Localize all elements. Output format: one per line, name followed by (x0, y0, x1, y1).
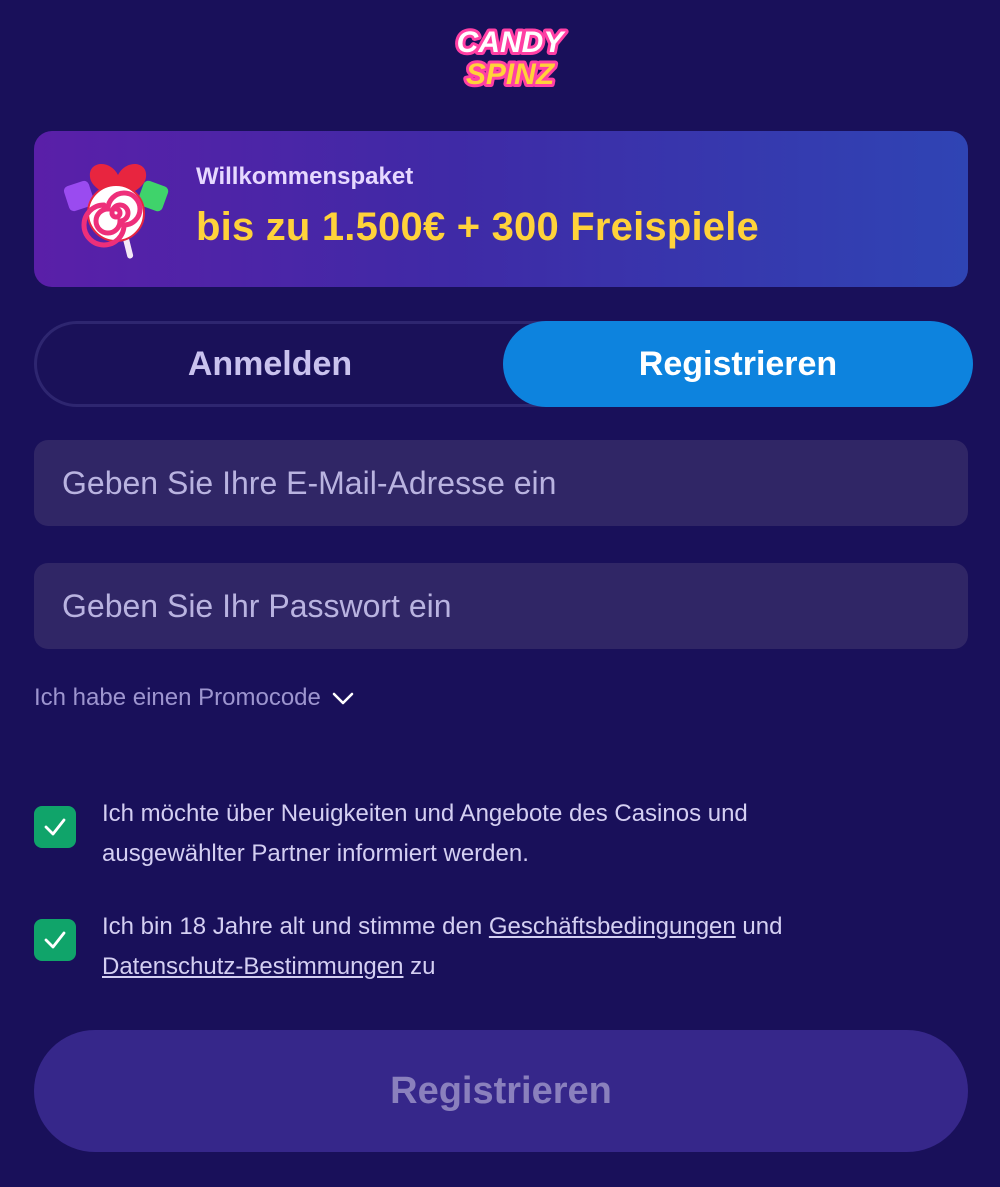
terms-link[interactable]: Geschäftsbedingungen (489, 913, 736, 940)
privacy-link[interactable]: Datenschutz-Bestimmungen (102, 953, 403, 980)
newsletter-consent-text: Ich möchte über Neuigkeiten und Angebote… (102, 800, 748, 867)
newsletter-checkbox[interactable] (34, 806, 76, 848)
promocode-label: Ich habe einen Promocode (34, 684, 321, 711)
bonus-offer-text: bis zu 1.500€ + 300 Freispiele (196, 205, 759, 249)
promocode-toggle[interactable]: Ich habe einen Promocode (34, 684, 355, 712)
auth-tabs: Anmelden Registrieren (34, 321, 973, 407)
terms-checkbox[interactable] (34, 919, 76, 961)
chevron-down-icon (332, 692, 354, 705)
terms-consent-text: Ich bin 18 Jahre alt und stimme den Gesc… (102, 907, 892, 987)
welcome-bonus-banner[interactable]: Willkommenspaket bis zu 1.500€ + 300 Fre… (34, 131, 968, 287)
terms-text-after: zu (403, 953, 436, 980)
email-input[interactable] (34, 440, 968, 526)
password-input[interactable] (34, 563, 968, 649)
terms-text-middle: und (735, 913, 783, 940)
candy-spinz-logo: CANDY CANDY SPINZ SPINZ (454, 23, 570, 94)
register-submit-button[interactable]: Registrieren (34, 1030, 968, 1152)
logo-line-2-fill: SPINZ (466, 58, 556, 91)
tab-login[interactable]: Anmelden (37, 324, 503, 404)
candy-lollipop-icon (60, 153, 176, 265)
checkmark-icon (44, 818, 66, 836)
banner-label: Willkommenspaket (196, 163, 414, 190)
casino-logo[interactable]: CANDY CANDY SPINZ SPINZ (440, 18, 580, 94)
logo-line-1-fill: CANDY (457, 26, 567, 59)
tab-register[interactable]: Registrieren (503, 321, 973, 407)
checkmark-icon (44, 931, 66, 949)
terms-text-before: Ich bin 18 Jahre alt und stimme den (102, 913, 489, 940)
